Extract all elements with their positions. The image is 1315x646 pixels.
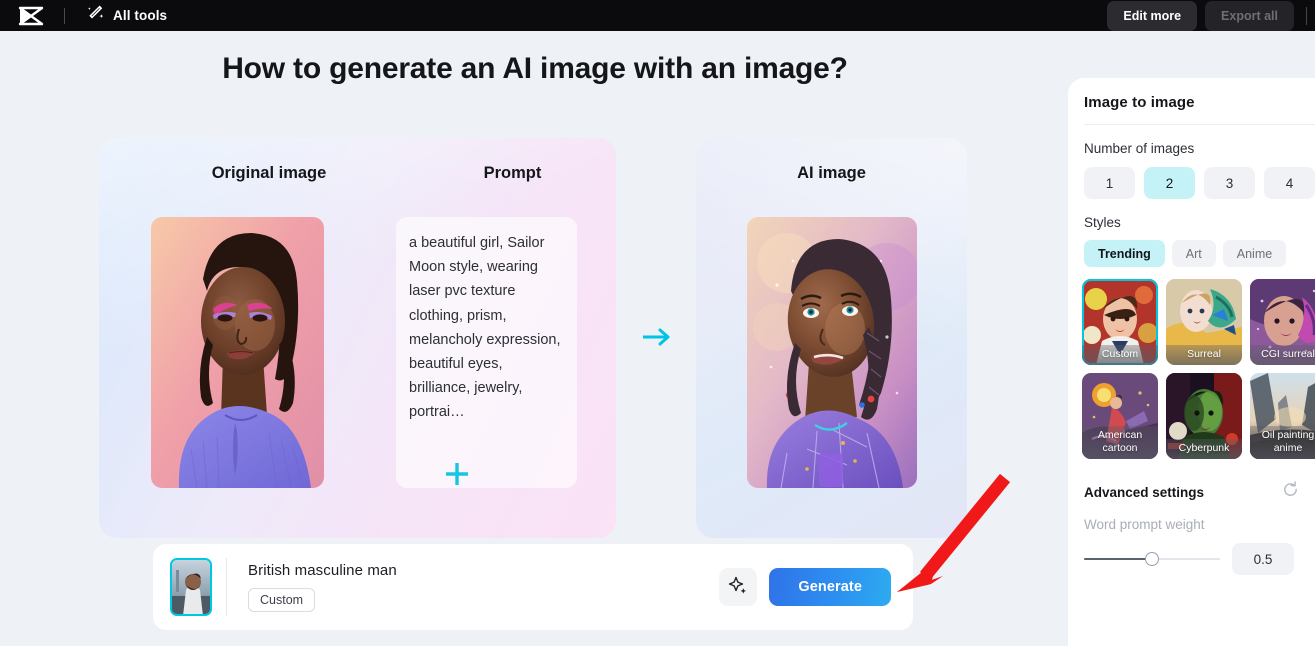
advanced-settings-label: Advanced settings xyxy=(1084,485,1204,500)
style-tabs: Trending Art Anime xyxy=(1068,230,1315,267)
style-cell-oil-painting-anime[interactable]: Oil painting anime xyxy=(1250,373,1315,459)
prompt-label: Prompt xyxy=(445,164,580,183)
sparkle-enhance-button[interactable] xyxy=(719,568,757,606)
arrow-right-icon xyxy=(641,326,673,348)
edit-more-button[interactable]: Edit more xyxy=(1107,1,1197,31)
topbar-actions: Edit more Export all xyxy=(1107,1,1315,31)
topbar-divider xyxy=(64,8,65,24)
sparkle-icon xyxy=(728,576,748,599)
style-cell-label: Surreal xyxy=(1166,345,1242,366)
ai-image-card: AI image xyxy=(696,138,967,538)
number-option-1[interactable]: 1 xyxy=(1084,167,1135,199)
page-title: How to generate an AI image with an imag… xyxy=(0,52,1070,86)
word-prompt-weight-value[interactable]: 0.5 xyxy=(1232,543,1294,575)
panel-title: Image to image xyxy=(1068,78,1315,111)
word-prompt-weight-slider[interactable] xyxy=(1084,551,1220,567)
selected-image-bar: British masculine man Custom Generate xyxy=(153,544,913,630)
advanced-settings-row: Advanced settings xyxy=(1068,459,1315,503)
style-cell-label: Cyberpunk xyxy=(1166,439,1242,460)
all-tools-button[interactable]: All tools xyxy=(87,5,167,27)
selected-image-info: British masculine man Custom xyxy=(248,562,397,612)
number-of-images-group: 1 2 3 4 xyxy=(1068,156,1315,199)
style-cell-label: CGI surreal xyxy=(1250,345,1315,366)
style-cell-label: Oil painting anime xyxy=(1250,426,1315,459)
all-tools-label: All tools xyxy=(113,8,167,23)
style-tab-trending[interactable]: Trending xyxy=(1084,240,1165,267)
slider-knob[interactable] xyxy=(1145,552,1159,566)
number-option-4[interactable]: 4 xyxy=(1264,167,1315,199)
bottom-bar-divider xyxy=(226,558,227,616)
style-cell-label: Custom xyxy=(1082,345,1158,366)
style-cell-cyberpunk[interactable]: Cyberpunk xyxy=(1166,373,1242,459)
slider-fill xyxy=(1084,558,1152,560)
style-cell-label: American cartoon xyxy=(1082,426,1158,459)
selected-image-title: British masculine man xyxy=(248,562,397,579)
word-prompt-weight-label: Word prompt weight xyxy=(1068,503,1315,532)
original-and-prompt-card: Original image Prompt xyxy=(99,138,616,538)
magic-wand-icon xyxy=(87,5,104,27)
original-image-photo xyxy=(151,217,324,488)
style-cell-cgi-surreal[interactable]: CGI surreal xyxy=(1250,279,1315,365)
style-grid: Custom Surreal xyxy=(1068,267,1315,459)
style-cell-custom[interactable]: Custom xyxy=(1082,279,1158,365)
prompt-text: a beautiful girl, Sailor Moon style, wea… xyxy=(396,217,577,488)
reset-icon[interactable] xyxy=(1282,481,1299,503)
style-tab-art[interactable]: Art xyxy=(1172,240,1216,267)
number-of-images-label: Number of images xyxy=(1068,125,1315,156)
style-tag-custom[interactable]: Custom xyxy=(248,588,315,612)
plus-icon xyxy=(443,460,471,488)
export-all-button[interactable]: Export all xyxy=(1205,1,1294,31)
number-option-2[interactable]: 2 xyxy=(1144,167,1195,199)
word-prompt-weight-row: 0.5 xyxy=(1068,532,1315,575)
ai-image-photo xyxy=(747,217,917,488)
styles-label: Styles xyxy=(1068,199,1315,230)
ai-image-label: AI image xyxy=(696,164,967,183)
original-image-label: Original image xyxy=(135,164,403,183)
user-photo-thumbnail[interactable] xyxy=(170,558,212,616)
capcut-logo-icon[interactable] xyxy=(18,6,44,26)
style-cell-surreal[interactable]: Surreal xyxy=(1166,279,1242,365)
generate-button[interactable]: Generate xyxy=(769,568,891,606)
bottom-bar-actions: Generate xyxy=(719,568,913,606)
settings-panel: Image to image Number of images 1 2 3 4 … xyxy=(1068,78,1315,646)
style-tab-anime[interactable]: Anime xyxy=(1223,240,1286,267)
style-cell-american-cartoon[interactable]: American cartoon xyxy=(1082,373,1158,459)
top-bar: All tools Edit more Export all xyxy=(0,0,1315,31)
number-option-3[interactable]: 3 xyxy=(1204,167,1255,199)
topbar-right-divider xyxy=(1306,7,1307,25)
